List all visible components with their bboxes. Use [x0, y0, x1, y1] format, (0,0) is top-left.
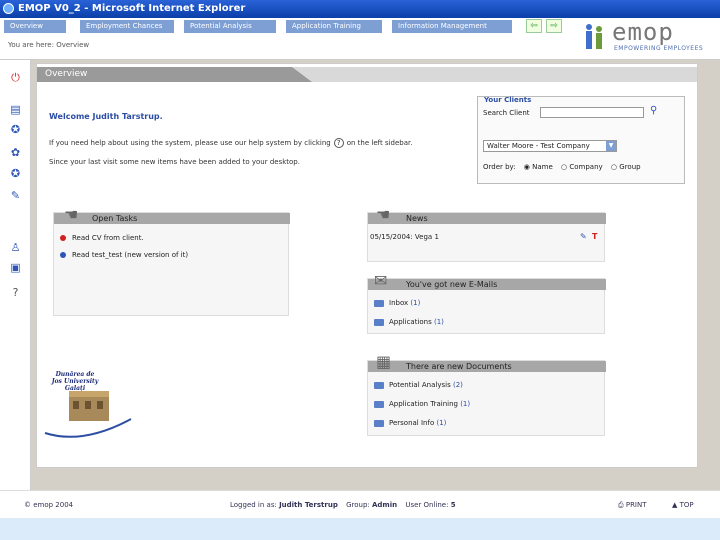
chances-icon[interactable]: ✪	[8, 122, 23, 137]
online-count: 5	[450, 501, 456, 509]
footer: © emop 2004 Logged in as: Judith Terstru…	[0, 490, 720, 518]
help-text: If you need help about using the system,…	[49, 138, 412, 148]
tab-information-management[interactable]: Information Management	[392, 20, 512, 33]
order-radio-group[interactable]: ○ Group	[611, 163, 641, 171]
window-title-bar: EMOP V0_2 - Microsoft Internet Explorer	[0, 0, 720, 18]
open-tasks-header: Open Tasks	[54, 213, 290, 224]
copyright: © emop 2004	[24, 501, 74, 509]
main-content: Overview Welcome Judith Tarstrup. If you…	[36, 63, 698, 468]
window-title: EMOP V0_2 - Microsoft Internet Explorer	[18, 3, 246, 14]
search-client-label: Search Client	[483, 109, 530, 117]
overview-title: Overview	[37, 67, 312, 82]
folder-icon	[374, 318, 384, 326]
tab-application-training[interactable]: Application Training	[286, 20, 382, 33]
client-select[interactable]: Walter Moore - Test Company	[483, 140, 617, 152]
news-hand-icon: ☚	[376, 205, 391, 224]
delete-icon[interactable]: T	[592, 232, 597, 241]
print-button[interactable]: ⎙ PRINT	[618, 501, 647, 510]
app-header: Overview Employment Chances Potential An…	[0, 18, 720, 60]
order-by-label: Order by:	[483, 163, 516, 171]
new-items-text: Since your last visit some new items hav…	[49, 158, 300, 166]
emails-panel: You've got new E-Mails ✉ Inbox (1) Appli…	[367, 271, 606, 334]
help-text-after: on the left sidebar.	[346, 139, 413, 147]
document-folder-item[interactable]: Personal Info (1)	[374, 419, 446, 427]
emails-header: You've got new E-Mails	[368, 279, 606, 290]
directory-icon[interactable]: ▤	[8, 102, 23, 117]
arrow-up-icon: ▲	[672, 501, 678, 509]
tab-employment-chances[interactable]: Employment Chances	[80, 20, 174, 33]
help-icon[interactable]: ♙	[8, 240, 23, 255]
print-icon: ⎙	[618, 501, 624, 509]
help-info-icon[interactable]: ?	[333, 138, 344, 148]
news-item[interactable]: 05/15/2004: Vega 1	[370, 233, 439, 241]
sidebar: ⏻ ▤ ✪ ✿ ✪ ✎ ♙ ▣ ?	[0, 60, 31, 490]
documents-header: There are new Documents	[368, 361, 606, 372]
news-panel: News ☚ 05/15/2004: Vega 1 ✎ T	[367, 205, 606, 262]
brand-people-icon	[586, 24, 602, 49]
mail-icon: ✉	[374, 271, 388, 290]
top-button[interactable]: ▲ TOP	[672, 501, 694, 509]
order-radio-company[interactable]: ○ Company	[561, 163, 603, 171]
help-question-icon[interactable]: ?	[8, 285, 23, 300]
folder-icon	[374, 381, 384, 389]
order-radio-name[interactable]: ◉ Name	[524, 163, 553, 171]
analysis-icon[interactable]: ✿	[8, 145, 23, 160]
footer-status: Logged in as: Judith Terstrup Group: Adm…	[230, 501, 456, 509]
order-by-row: Order by: ◉ Name ○ Company ○ Group	[483, 163, 641, 171]
tasks-hand-icon: ☚	[64, 205, 79, 224]
tab-overview[interactable]: Overview	[4, 20, 66, 33]
documents-panel: There are new Documents ▦ Potential Anal…	[367, 352, 606, 436]
university-name: Dunărea de Jos University Galați	[51, 371, 99, 392]
brand-name: emop	[612, 18, 674, 46]
forward-arrow-icon[interactable]: ⇨	[546, 19, 562, 33]
back-arrow-icon[interactable]: ⇦	[526, 19, 542, 33]
clients-title: Your Clients	[484, 96, 532, 104]
clients-box: Your Clients Search Client ⚲ Walter Moor…	[477, 96, 685, 184]
client-select-value: Walter Moore - Test Company	[487, 142, 590, 150]
user-group: Admin	[371, 501, 398, 509]
help-text-before: If you need help about using the system,…	[49, 139, 331, 147]
info-icon[interactable]: ✎	[8, 188, 23, 203]
blue-bullet-icon	[60, 252, 66, 258]
email-folder-item[interactable]: Applications (1)	[374, 318, 444, 326]
news-header: News	[368, 213, 606, 224]
breadcrumb: You are here: Overview	[8, 41, 90, 49]
chevron-down-icon[interactable]: ▼	[606, 141, 616, 151]
task-item[interactable]: Read CV from client.	[60, 234, 144, 242]
red-bullet-icon	[60, 235, 66, 241]
overview-header: Overview	[37, 67, 697, 82]
training-icon[interactable]: ✪	[8, 166, 23, 181]
document-folder-item[interactable]: Potential Analysis (2)	[374, 381, 463, 389]
email-folder-item[interactable]: Inbox (1)	[374, 299, 420, 307]
search-icon[interactable]: ⚲	[650, 105, 657, 116]
task-item[interactable]: Read test_test (new version of it)	[60, 251, 188, 259]
folder-icon	[374, 400, 384, 408]
status-bar	[0, 518, 720, 540]
document-folder-item[interactable]: Application Training (1)	[374, 400, 470, 408]
folder-icon	[374, 299, 384, 307]
open-tasks-panel: Open Tasks ☚ Read CV from client. Read t…	[53, 205, 290, 316]
welcome-message: Welcome Judith Tarstrup.	[49, 112, 163, 121]
edit-icon[interactable]: ✎	[580, 232, 587, 241]
tab-potential-analysis[interactable]: Potential Analysis	[184, 20, 276, 33]
profile-icon[interactable]: ▣	[8, 260, 23, 275]
documents-icon: ▦	[376, 352, 392, 371]
folder-icon	[374, 419, 384, 427]
logged-user: Judith Terstrup	[279, 501, 338, 509]
ie-icon	[3, 3, 14, 14]
logout-icon[interactable]: ⏻	[8, 70, 23, 85]
brand-tagline: EMPOWERING EMPLOYEES	[614, 45, 704, 52]
search-client-input[interactable]	[540, 107, 644, 118]
